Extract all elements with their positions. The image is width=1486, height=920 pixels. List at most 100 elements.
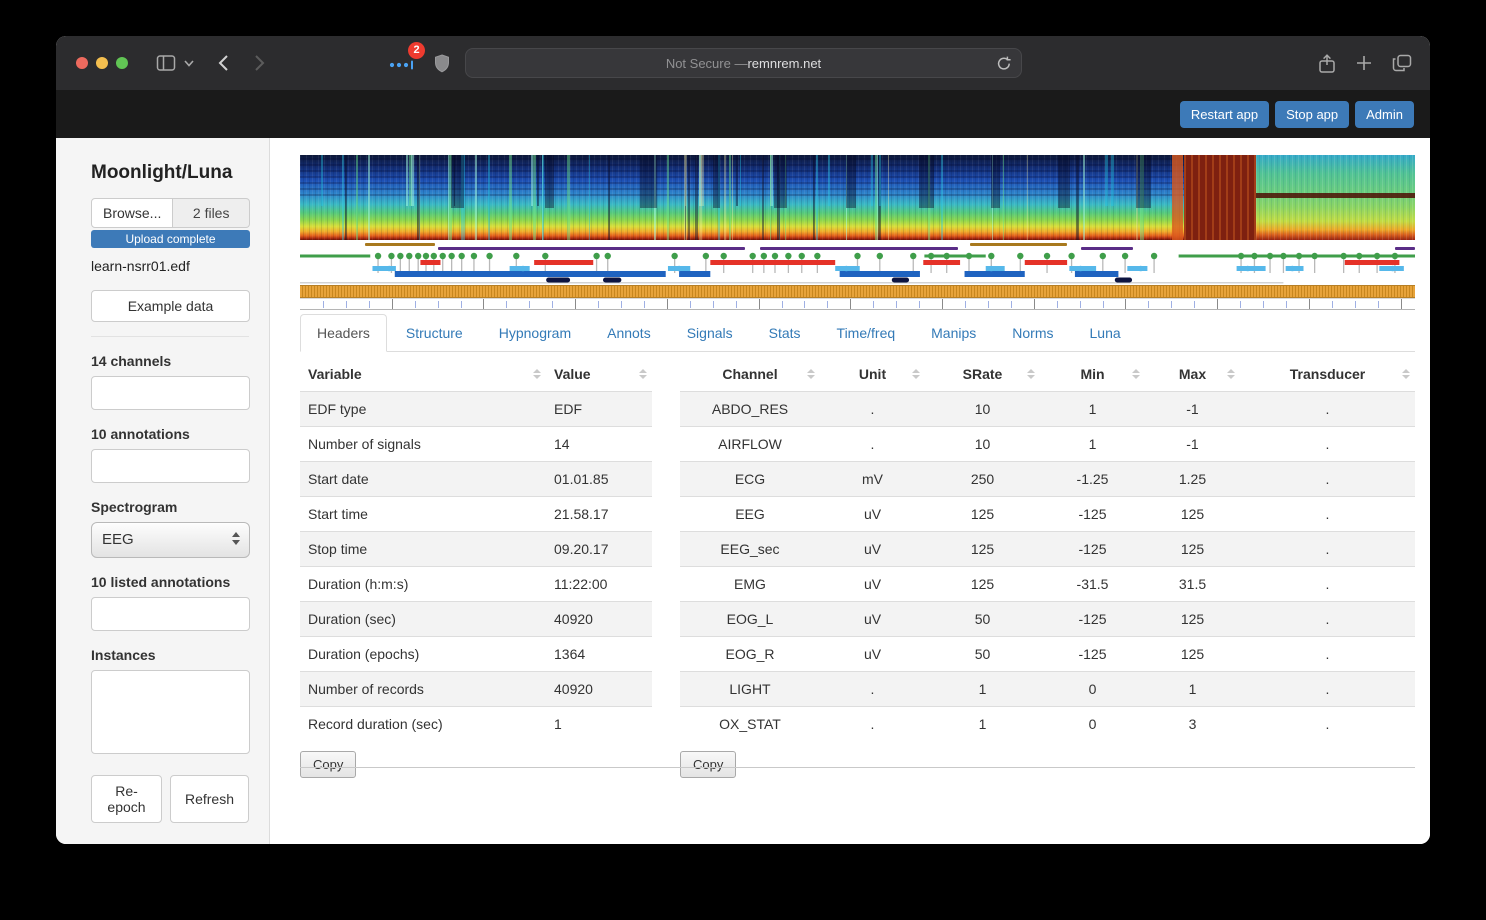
sort-icon[interactable] <box>912 369 920 379</box>
chevron-down-icon[interactable] <box>184 60 194 67</box>
table-row: Number of records 40920 <box>300 671 652 707</box>
table-cell: -125 <box>1040 496 1145 532</box>
table-row: EOG_L uV 50 -125 125. <box>680 601 1415 637</box>
table-cell: . <box>1240 426 1415 462</box>
app-title: Moonlight/Luna <box>91 162 233 183</box>
forward-button-icon[interactable] <box>254 54 265 72</box>
table-cell: ECG <box>680 461 820 497</box>
reload-icon[interactable] <box>996 55 1012 72</box>
spectrogram-channel-select[interactable]: EEG <box>91 522 250 558</box>
ruler-minor-tick <box>804 301 806 308</box>
table-row: EEG uV 125 -125 125. <box>680 496 1415 532</box>
address-security-label: Not Secure — <box>665 55 748 71</box>
annotation-bar-brown <box>364 243 435 246</box>
channels-label: 14 channels <box>91 353 172 369</box>
zoom-window-button[interactable] <box>116 57 128 69</box>
spectrogram-label: Spectrogram <box>91 499 178 515</box>
listed-annotations-input[interactable] <box>91 597 250 631</box>
sort-icon[interactable] <box>1132 369 1140 379</box>
close-window-button[interactable] <box>76 57 88 69</box>
share-icon[interactable] <box>1318 54 1336 74</box>
table-cell: 125 <box>925 496 1040 532</box>
table-cell: . <box>820 671 925 707</box>
ruler-major-tick <box>1125 299 1127 309</box>
ruler-minor-tick <box>1240 301 1242 308</box>
ruler-minor-tick <box>552 301 554 308</box>
ruler-minor-tick <box>414 301 416 308</box>
ruler-minor-tick <box>621 301 623 308</box>
sort-icon[interactable] <box>1227 369 1235 379</box>
ruler-major-tick <box>1400 299 1402 309</box>
browse-button[interactable]: Browse... <box>91 198 174 228</box>
sort-icon[interactable] <box>533 369 541 379</box>
sidebar-toggle-icon[interactable] <box>156 54 176 72</box>
column-header-variable[interactable]: Variable <box>300 357 546 392</box>
copy-channels-button[interactable]: Copy <box>680 751 737 778</box>
address-domain: remnrem.net <box>747 55 822 71</box>
table-row: EMG uV 125 -31.5 31.5. <box>680 566 1415 602</box>
re-epoch-button[interactable]: Re-epoch <box>91 775 162 823</box>
sort-icon[interactable] <box>807 369 815 379</box>
extension-dots-icon[interactable] <box>388 60 414 70</box>
ruler-minor-tick <box>1354 301 1356 308</box>
admin-button[interactable]: Admin <box>1355 100 1414 128</box>
table-cell: 10 <box>925 426 1040 462</box>
column-header-unit[interactable]: Unit <box>820 357 925 392</box>
table-cell: 1 <box>1145 671 1240 707</box>
stop-app-button[interactable]: Stop app <box>1275 100 1350 128</box>
new-tab-icon[interactable] <box>1356 54 1372 72</box>
table-cell: Start date <box>300 461 546 497</box>
table-cell: . <box>1240 671 1415 707</box>
table-cell: Stop time <box>300 531 546 567</box>
table-row: Duration (h:m:s) 11:22:00 <box>300 566 652 602</box>
table-cell: EMG <box>680 566 820 602</box>
table-cell: -31.5 <box>1040 566 1145 602</box>
tab-structure: Structure <box>405 325 463 341</box>
back-button-icon[interactable] <box>218 54 229 72</box>
table-cell: . <box>820 706 925 741</box>
copy-headers-button[interactable]: Copy <box>300 751 357 778</box>
tab-overview-icon[interactable] <box>1392 54 1412 72</box>
tab-signals: Signals <box>686 325 733 341</box>
table-cell: Record duration (sec) <box>300 706 546 741</box>
ruler-major-tick <box>850 299 852 309</box>
main-panel: Headers Structure Hypnogram Annots Signals St… <box>270 138 1430 844</box>
column-header-min[interactable]: Min <box>1040 357 1145 392</box>
column-header-transducer[interactable]: Transducer <box>1240 357 1415 392</box>
table-cell: . <box>1240 636 1415 672</box>
sort-icon[interactable] <box>1402 369 1410 379</box>
table-cell: 40920 <box>546 671 652 707</box>
column-header-channel[interactable]: Channel <box>680 357 820 392</box>
shield-extension-icon[interactable] <box>434 54 450 73</box>
table-cell: uV <box>820 531 925 567</box>
instances-textarea[interactable] <box>91 670 250 754</box>
example-data-button[interactable]: Example data <box>91 290 250 322</box>
refresh-button[interactable]: Refresh <box>169 775 249 823</box>
minimize-window-button[interactable] <box>96 57 108 69</box>
table-cell: 21.58.17 <box>546 496 652 532</box>
table-cell: 1 <box>1040 426 1145 462</box>
table-cell: 10 <box>925 391 1040 427</box>
annotations-select-input[interactable] <box>91 449 250 483</box>
address-bar[interactable]: Not Secure — remnrem.net <box>465 48 1022 78</box>
restart-app-button[interactable]: Restart app <box>1179 100 1270 128</box>
column-header-srate[interactable]: SRate <box>925 357 1040 392</box>
table-cell: 50 <box>925 601 1040 637</box>
table-cell: 1 <box>546 706 652 741</box>
column-header-value[interactable]: Value <box>546 357 652 392</box>
ruler-major-tick <box>391 299 393 309</box>
column-header-max[interactable]: Max <box>1145 357 1240 392</box>
sort-icon[interactable] <box>1027 369 1035 379</box>
channels-select-input[interactable] <box>91 376 250 410</box>
table-cell: 125 <box>1145 531 1240 567</box>
table-cell: EOG_R <box>680 636 820 672</box>
sidebar-divider <box>91 336 249 337</box>
ruler-minor-tick <box>345 301 347 308</box>
sort-icon[interactable] <box>639 369 647 379</box>
table-row: EEG_sec uV 125 -125 125. <box>680 531 1415 567</box>
annotation-bar-purple <box>760 247 958 250</box>
table-cell: EDF <box>546 391 652 427</box>
tab-stats: Stats <box>768 325 801 341</box>
table-cell: 250 <box>925 461 1040 497</box>
table-row: EOG_R uV 50 -125 125. <box>680 636 1415 672</box>
